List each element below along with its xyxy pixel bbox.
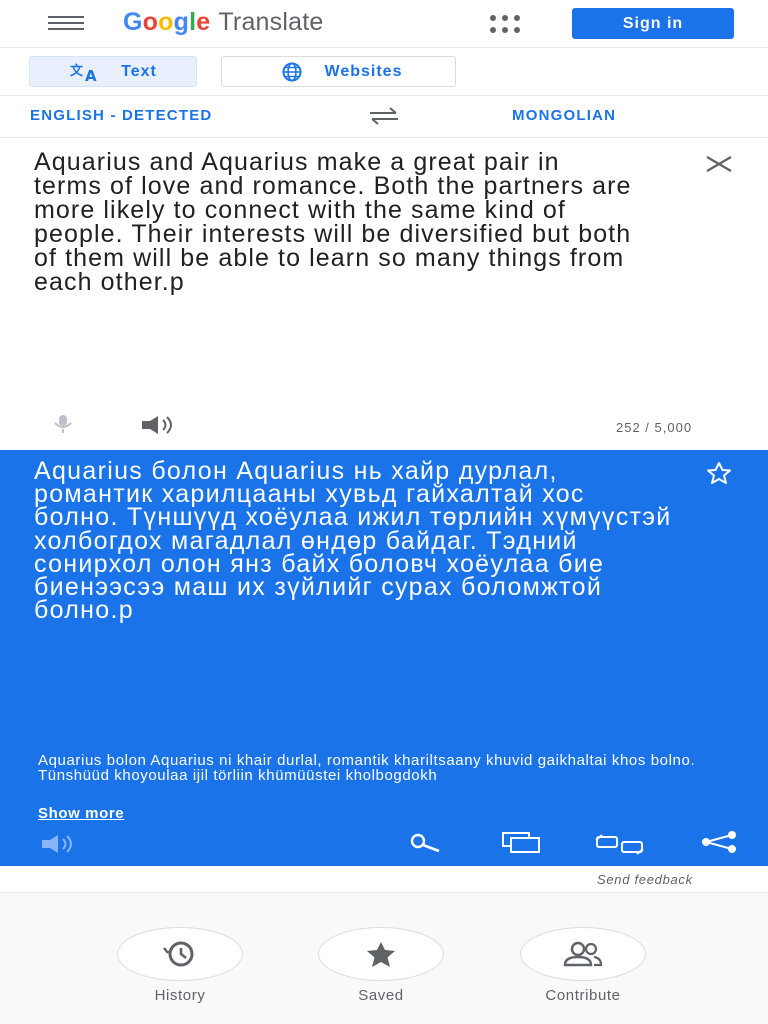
language-bar: ENGLISH - DETECTED MONGOLIAN (0, 96, 768, 138)
saved-label: Saved (358, 987, 404, 1004)
google-wordmark: Google (123, 8, 211, 36)
search-icon[interactable] (404, 833, 444, 853)
globe-icon (282, 62, 302, 81)
star-icon[interactable] (700, 461, 738, 485)
websites-mode-label: Websites (324, 62, 403, 80)
bottom-navigation: History Saved Contribute (0, 892, 768, 1024)
sign-in-button[interactable]: Sign in (572, 8, 734, 39)
saved-button[interactable]: Saved (316, 927, 446, 1004)
menu-icon[interactable] (48, 16, 84, 32)
copy-icon[interactable] (501, 831, 541, 853)
character-count: 252 / 5,000 (616, 420, 693, 435)
share-icon[interactable] (700, 831, 740, 853)
apps-icon[interactable] (490, 15, 524, 35)
mode-bar: 文 A Text Websites (0, 48, 768, 96)
history-button[interactable]: History (115, 927, 245, 1004)
close-icon[interactable] (704, 154, 734, 174)
contribute-label: Contribute (545, 987, 621, 1004)
saved-star-icon (367, 942, 395, 967)
websites-mode-button[interactable]: Websites (221, 56, 456, 87)
speaker-icon[interactable] (40, 834, 80, 854)
transliteration-text: Aquarius bolon Aquarius ni khair durlal,… (38, 753, 696, 784)
source-text-input[interactable]: Aquarius and Aquarius make a great pair … (34, 150, 634, 295)
history-icon (163, 941, 194, 967)
saved-circle (318, 927, 444, 981)
feedback-icon[interactable] (594, 833, 646, 855)
show-more-link[interactable]: Show more (38, 805, 124, 822)
contribute-circle (520, 927, 646, 981)
mic-icon[interactable] (48, 414, 78, 434)
history-label: History (154, 987, 206, 1004)
send-feedback-link[interactable]: Send feedback (597, 872, 693, 887)
target-language-selector[interactable]: MONGOLIAN (512, 107, 616, 124)
translation-panel: Aquarius болон Aquarius нь хайр дурлал, … (0, 450, 768, 866)
translate-icon: 文 A (70, 63, 98, 82)
svg-text:文: 文 (70, 63, 84, 79)
text-mode-label: Text (121, 62, 157, 80)
translated-text: Aquarius болон Aquarius нь хайр дурлал, … (34, 457, 672, 625)
source-panel: Aquarius and Aquarius make a great pair … (0, 138, 768, 450)
app-header: Google Translate Sign in (0, 0, 768, 48)
swap-icon[interactable] (364, 106, 404, 126)
text-mode-button[interactable]: 文 A Text (29, 56, 197, 87)
source-language-selector[interactable]: ENGLISH - DETECTED (30, 107, 212, 124)
google-translate-logo[interactable]: Google Translate (123, 8, 323, 37)
contribute-icon (563, 941, 603, 967)
translate-wordmark: Translate (218, 8, 324, 36)
history-circle (117, 927, 243, 981)
speaker-icon[interactable] (140, 415, 180, 435)
svg-text:A: A (85, 67, 98, 82)
contribute-button[interactable]: Contribute (518, 927, 648, 1004)
